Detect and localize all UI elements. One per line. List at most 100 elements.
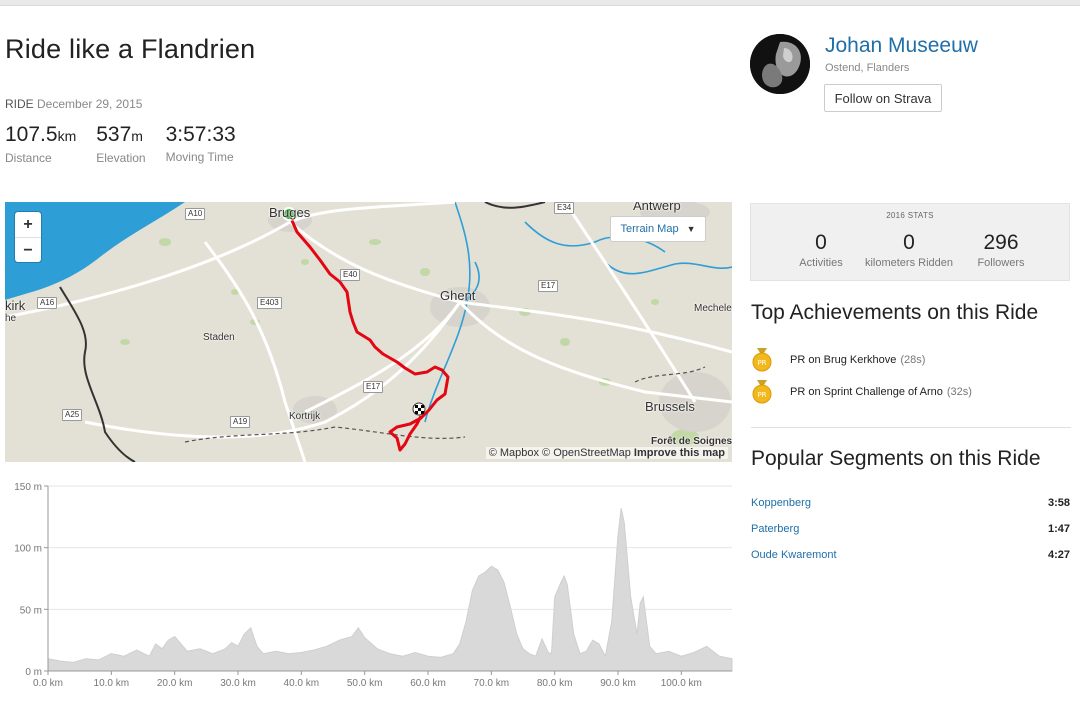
stat-label: Activities [799,257,843,269]
finish-marker [412,402,426,416]
segment-time: 4:27 [1047,549,1070,561]
stat-activities: 0 Activities [771,231,871,269]
achievement-item: PR PR on Brug Kerkhove (28s) [751,348,925,372]
divider [751,427,1071,428]
segment-row[interactable]: Koppenberg 3:58 [751,497,1071,509]
map-type-dropdown[interactable]: Terrain Map ▼ [610,216,706,242]
activity-date: December 29, 2015 [37,97,143,111]
x-tick-label: 40.0 km [284,678,320,689]
road-shield: A10 [185,208,206,220]
stat-label: Elevation [96,151,146,165]
x-tick-label: 60.0 km [410,678,446,689]
x-tick-label: 70.0 km [474,678,510,689]
athlete-name[interactable]: Johan Museeuw [825,34,978,58]
map-label-ghent: Ghent [440,288,476,303]
road-shield: E34 [554,202,575,214]
activity-type: RIDE [5,97,34,111]
stat-value: 0 [903,231,915,254]
stats-header: 2016 STATS [886,211,934,220]
follow-button[interactable]: Follow on Strava [824,84,942,112]
medal-label: PR [757,391,766,399]
map-type-label: Terrain Map [620,223,679,235]
stat-value: 296 [983,231,1019,254]
x-tick-label: 30.0 km [220,678,256,689]
top-bar [0,0,1080,6]
zoom-control: + − [15,212,41,262]
x-tick-label: 0.0 km [33,678,63,689]
road-shield: E403 [257,297,282,309]
map-label-kirk: kirk [5,298,26,313]
road-shield: A25 [62,409,83,421]
road-shield: A19 [230,416,251,428]
road-shield: E40 [340,269,361,281]
activity-meta: RIDE December 29, 2015 [5,97,142,111]
map-label-kortrijk: Kortrijk [289,411,321,422]
stat-distance: 107.5km Distance [5,123,76,165]
pr-medal-icon: PR [751,380,773,404]
attribution-text[interactable]: © Mapbox © OpenStreetMap [489,447,631,459]
map-label-mechelen: Mechele [694,303,732,314]
achievement-time: (28s) [900,354,926,366]
zoom-in-button[interactable]: + [15,212,41,237]
stat-label: Distance [5,151,52,165]
x-tick-label: 10.0 km [94,678,130,689]
segment-name[interactable]: Oude Kwaremont [751,549,837,561]
map-label-bruges: Bruges [269,205,311,220]
stat-moving-time: 3:57:33 Moving Time [166,123,236,165]
activity-stats: 107.5km Distance 537m Elevation 3:57:33 … [5,123,256,165]
map-label-foret: Forêt de Soignes [651,436,732,447]
y-tick-label: 100 m [14,544,42,555]
achievement-text[interactable]: PR on Sprint Challenge of Arno [790,386,943,398]
improve-map-link[interactable]: Improve this map [634,447,725,459]
road-shield: E17 [538,280,559,292]
achievement-text[interactable]: PR on Brug Kerkhove [790,354,896,366]
elevation-x-axis: 0.0 km 10.0 km 20.0 km 30.0 km 40.0 km 50.0 k… [33,670,732,689]
y-tick-label: 150 m [14,482,42,493]
y-tick-label: 50 m [20,605,42,616]
x-tick-label: 50.0 km [347,678,383,689]
stat-value: 0 [815,231,827,254]
segment-row[interactable]: Paterberg 1:47 [751,523,1071,535]
stat-label: kilometers Ridden [864,257,954,269]
stat-followers[interactable]: 296 Followers [951,231,1051,269]
province-borders [184,366,706,443]
map-attribution: © Mapbox © OpenStreetMap Improve this ma… [485,447,728,459]
pr-medal-icon: PR [751,348,773,372]
map-label-antwerp: Antwerp [633,202,681,213]
stat-elevation: 537m Elevation [96,123,145,165]
stat-value: 3:57:33 [165,123,236,146]
achievement-time: (32s) [946,386,972,398]
elevation-chart[interactable]: 150 m 100 m 50 m 0 m 0.0 km 10.0 km 20.0 km 30… [5,476,740,696]
medal-label: PR [757,359,766,367]
map-label-brussels: Brussels [645,399,695,414]
zoom-out-button[interactable]: − [15,237,41,263]
stat-label: Moving Time [165,150,234,164]
y-tick-label: 0 m [25,667,42,678]
map-label-he: he [5,313,17,324]
stat-value: 537 [96,123,132,146]
road-shield: E17 [363,381,384,393]
x-tick-label: 80.0 km [537,678,573,689]
page-title: Ride like a Flandrien [5,34,256,64]
borders [59,202,546,462]
segment-row[interactable]: Oude Kwaremont 4:27 [751,549,1071,561]
stat-value: 107.5 [5,123,58,146]
segment-name[interactable]: Paterberg [751,523,799,535]
segment-name[interactable]: Koppenberg [751,497,811,509]
stat-unit: m [131,128,143,144]
map-label-staden: Staden [203,332,235,343]
athlete-stats-box: 2016 STATS 0 Activities 0 kilometers Rid… [750,203,1070,281]
stat-unit: km [57,128,77,144]
avatar[interactable] [750,34,810,94]
x-tick-label: 90.0 km [600,678,636,689]
segment-time: 3:58 [1047,497,1070,509]
stat-label: Followers [977,257,1025,269]
athlete-location: Ostend, Flanders [825,62,910,74]
achievements-title: Top Achievements on this Ride [751,301,1039,324]
road-shield: A16 [37,297,58,309]
segment-time: 1:47 [1047,523,1070,535]
x-tick-label: 100.0 km [661,678,702,689]
route-map[interactable]: Bruges Antwerp Ghent Staden Kortrijk Bru… [5,202,732,462]
x-tick-label: 20.0 km [157,678,193,689]
elevation-area [47,508,733,672]
